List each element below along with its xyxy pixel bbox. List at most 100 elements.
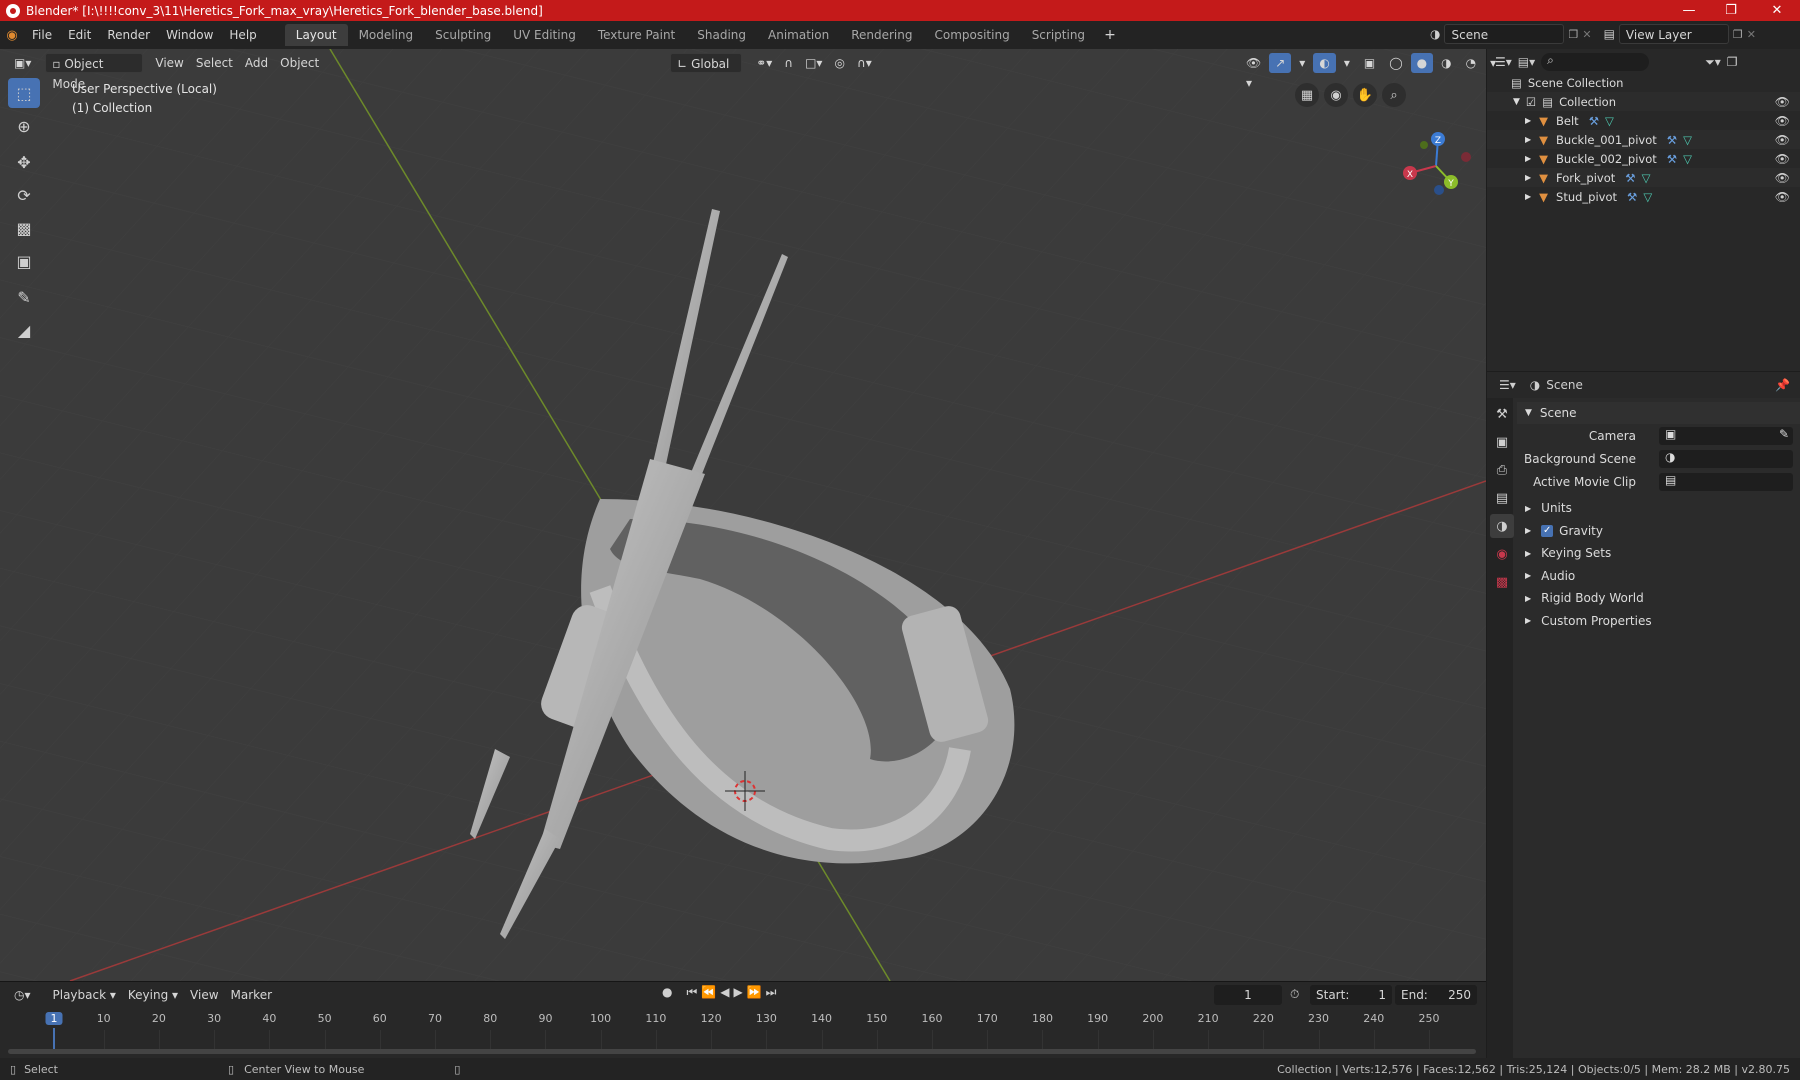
tab-texture-paint[interactable]: Texture Paint: [587, 24, 686, 46]
new-scene-icon[interactable]: ❐: [1568, 28, 1578, 41]
outliner-scene-collection[interactable]: ▤ Scene Collection: [1487, 73, 1800, 92]
properties-section-header[interactable]: ▶ ✓ Gravity: [1517, 520, 1800, 542]
view-layer-icon[interactable]: ▤: [1604, 27, 1615, 41]
snap-target-icon[interactable]: □▾: [799, 53, 828, 73]
proportional-editing-icon[interactable]: ◎: [828, 53, 850, 73]
scene-tab-icon[interactable]: ◑: [1490, 514, 1514, 538]
gizmos-icon[interactable]: ↗: [1269, 53, 1292, 73]
scene-selector[interactable]: Scene: [1444, 24, 1565, 44]
tab-layout[interactable]: Layout: [284, 24, 348, 46]
material-shading-icon[interactable]: ◑: [1435, 53, 1457, 73]
jump-start-icon[interactable]: ⏮: [686, 985, 697, 1000]
remove-scene-icon[interactable]: ✕: [1582, 28, 1591, 41]
object-visibility-eye-icon[interactable]: 👁: [1775, 171, 1790, 185]
menu-object[interactable]: Object: [274, 53, 325, 73]
view-layer-selector[interactable]: View Layer: [1618, 24, 1729, 44]
menu-keying[interactable]: Keying ▾: [122, 985, 184, 1005]
properties-editor-type-icon[interactable]: ☰▾: [1499, 378, 1516, 392]
record-icon[interactable]: ●: [662, 985, 672, 1000]
menu-view[interactable]: View: [149, 53, 189, 73]
gravity-checkbox[interactable]: ✓: [1541, 524, 1554, 537]
solid-shading-icon[interactable]: ●: [1410, 53, 1434, 73]
tab-scripting[interactable]: Scripting: [1021, 24, 1096, 46]
jump-keyframe-back-icon[interactable]: ⏪: [701, 985, 716, 1000]
menu-file[interactable]: File: [24, 24, 60, 46]
tab-uv-editing[interactable]: UV Editing: [502, 24, 587, 46]
collection-visibility-eye-icon[interactable]: 👁: [1775, 95, 1790, 109]
texture-tab-icon[interactable]: ▩: [1490, 570, 1514, 594]
maximize-button[interactable]: ❐: [1710, 0, 1752, 21]
tab-modeling[interactable]: Modeling: [348, 24, 425, 46]
end-frame-field[interactable]: End: 250: [1395, 985, 1477, 1005]
background-scene-field[interactable]: ◑: [1659, 450, 1793, 468]
expand-object-icon[interactable]: ▶: [1525, 173, 1531, 182]
toggle-perspective-icon[interactable]: ▦: [1295, 83, 1319, 107]
scene-icon[interactable]: ◑: [1430, 27, 1440, 41]
tab-compositing[interactable]: Compositing: [923, 24, 1020, 46]
remove-view-layer-icon[interactable]: ✕: [1747, 28, 1756, 41]
overlays-icon[interactable]: ◐: [1313, 53, 1336, 73]
expand-object-icon[interactable]: ▶: [1525, 135, 1531, 144]
expand-object-icon[interactable]: ▶: [1525, 192, 1531, 201]
tab-animation[interactable]: Animation: [757, 24, 840, 46]
menu-window[interactable]: Window: [158, 24, 221, 46]
menu-help[interactable]: Help: [221, 24, 264, 46]
properties-section-header[interactable]: ▶ Rigid Body World: [1517, 587, 1800, 609]
stopwatch-icon[interactable]: ⏱: [1290, 987, 1299, 1002]
visibility-icon[interactable]: 👁▾: [1240, 53, 1267, 90]
cursor-tool-icon[interactable]: ⊕: [8, 111, 40, 141]
outliner-object-row[interactable]: ▶ ▼ Stud_pivot ⚒ ▽ 👁: [1487, 187, 1800, 206]
editor-type-icon[interactable]: ▣▾: [8, 53, 37, 73]
object-visibility-eye-icon[interactable]: 👁: [1775, 152, 1790, 166]
outliner-collection[interactable]: ▼ ☑ ▤ Collection 👁: [1487, 92, 1800, 111]
overlays-dropdown-icon[interactable]: ▾: [1338, 53, 1356, 73]
outliner-object-row[interactable]: ▶ ▼ Belt ⚒ ▽ 👁: [1487, 111, 1800, 130]
camera-view-icon[interactable]: ◉: [1324, 83, 1348, 107]
snap-icon[interactable]: ∩: [778, 53, 799, 73]
menu-timeline-view[interactable]: View: [184, 985, 224, 1005]
timeline-scrollbar[interactable]: [8, 1049, 1476, 1054]
xray-icon[interactable]: ▣: [1358, 53, 1381, 73]
display-mode-icon[interactable]: ▤▾: [1518, 55, 1535, 69]
jump-end-icon[interactable]: ⏭: [766, 985, 777, 1000]
object-visibility-eye-icon[interactable]: 👁: [1775, 133, 1790, 147]
close-button[interactable]: ✕: [1756, 0, 1798, 21]
measure-tool-icon[interactable]: ◢: [8, 315, 40, 345]
outliner-search-input[interactable]: ⌕: [1541, 53, 1650, 71]
properties-section-header[interactable]: ▶ Custom Properties: [1517, 610, 1800, 632]
timeline-editor-type-icon[interactable]: ◷▾: [8, 985, 37, 1005]
object-visibility-eye-icon[interactable]: 👁: [1775, 190, 1790, 204]
pin-icon[interactable]: 📌: [1775, 378, 1790, 392]
outliner-object-row[interactable]: ▶ ▼ Buckle_002_pivot ⚒ ▽ 👁: [1487, 149, 1800, 168]
playhead-frame-label[interactable]: 1: [45, 1012, 63, 1025]
menu-add[interactable]: Add: [239, 53, 274, 73]
add-workspace-icon[interactable]: +: [1096, 24, 1124, 46]
pivot-point-icon[interactable]: ⚭▾: [750, 53, 778, 73]
eyedropper-icon[interactable]: ✎: [1779, 427, 1789, 441]
collection-checkbox[interactable]: ☑: [1526, 95, 1536, 109]
play-reverse-icon[interactable]: ◀: [720, 985, 729, 1000]
start-frame-field[interactable]: Start: 1: [1310, 985, 1392, 1005]
current-frame-field[interactable]: 1: [1214, 985, 1282, 1005]
annotate-tool-icon[interactable]: ✎: [8, 282, 40, 312]
jump-keyframe-forward-icon[interactable]: ⏩: [747, 985, 762, 1000]
rendered-shading-icon[interactable]: ◔: [1460, 53, 1482, 73]
active-movie-clip-field[interactable]: ▤: [1659, 473, 1793, 491]
transform-orientation-selector[interactable]: ∟ Global: [670, 53, 743, 73]
properties-section-header[interactable]: ▶ Audio: [1517, 565, 1800, 587]
scene-panel-header[interactable]: ▼ Scene: [1517, 402, 1800, 424]
3d-viewport[interactable]: Z X Y: [0, 49, 1486, 981]
falloff-icon[interactable]: ∩▾: [851, 53, 878, 73]
wireframe-shading-icon[interactable]: ◯: [1383, 53, 1408, 73]
play-icon[interactable]: ▶: [733, 985, 742, 1000]
camera-field[interactable]: ▣ ✎: [1659, 427, 1793, 445]
blender-menu-icon[interactable]: ◉: [0, 28, 24, 43]
zoom-icon[interactable]: ⌕: [1382, 83, 1406, 107]
object-visibility-eye-icon[interactable]: 👁: [1775, 114, 1790, 128]
expand-object-icon[interactable]: ▶: [1525, 154, 1531, 163]
new-view-layer-icon[interactable]: ❐: [1733, 28, 1743, 41]
shading-dropdown-icon[interactable]: ▾: [1484, 53, 1502, 73]
menu-playback[interactable]: Playback ▾: [47, 985, 122, 1005]
properties-section-header[interactable]: ▶ Keying Sets: [1517, 542, 1800, 564]
move-tool-icon[interactable]: ✥: [8, 147, 40, 177]
